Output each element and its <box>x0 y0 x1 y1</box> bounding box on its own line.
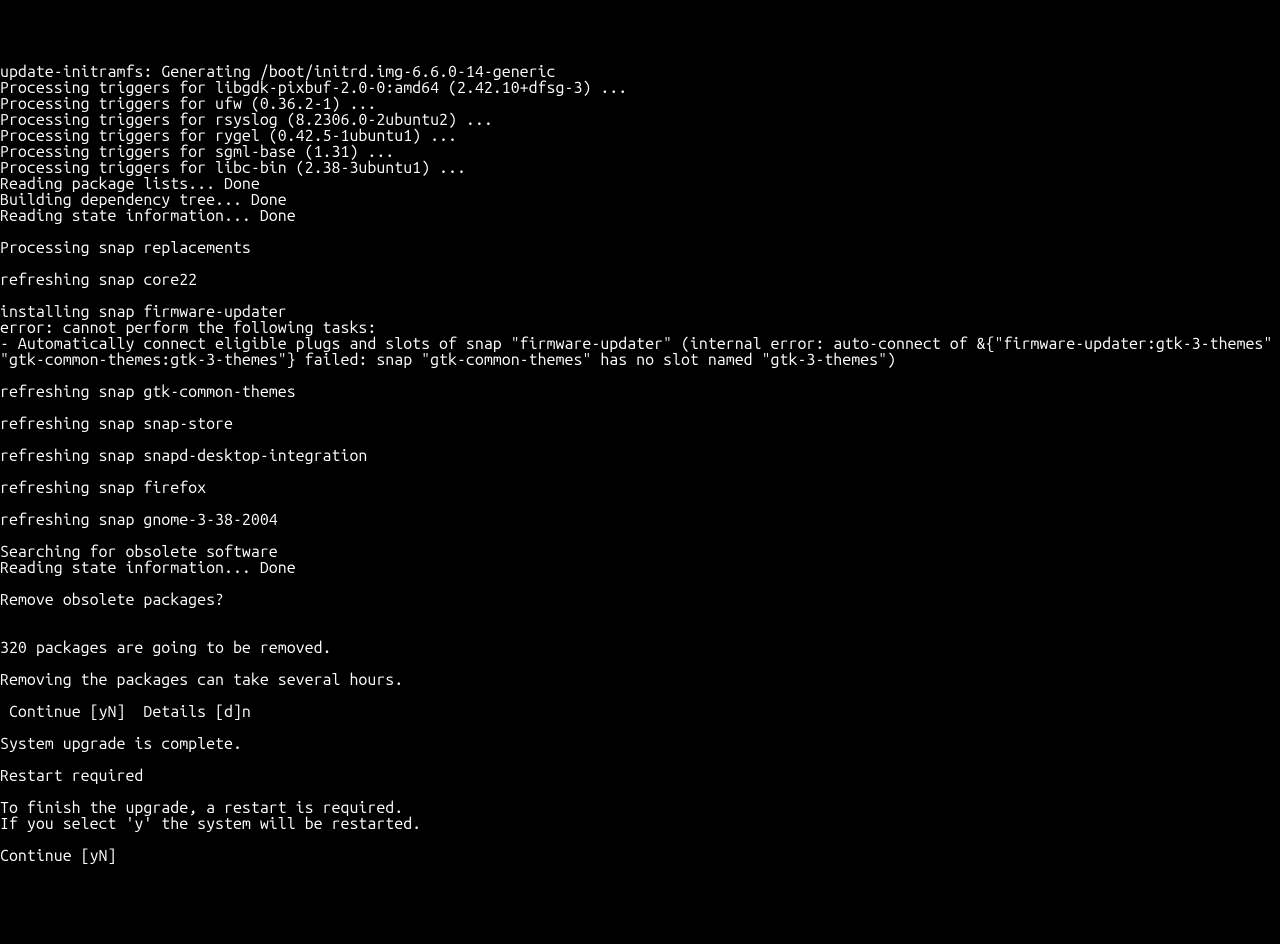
terminal-line <box>0 656 1280 672</box>
terminal-line: Processing snap replacements <box>0 240 1280 256</box>
terminal-line: - Automatically connect eligible plugs a… <box>0 336 1280 368</box>
terminal-line: Processing triggers for ufw (0.36.2-1) .… <box>0 96 1280 112</box>
terminal-line <box>0 528 1280 544</box>
terminal-line <box>0 464 1280 480</box>
terminal-line: Processing triggers for sgml-base (1.31)… <box>0 144 1280 160</box>
terminal-line <box>0 832 1280 848</box>
terminal-line: Searching for obsolete software <box>0 544 1280 560</box>
terminal-line <box>0 288 1280 304</box>
terminal-line <box>0 752 1280 768</box>
terminal-line: refreshing snap snap-store <box>0 416 1280 432</box>
terminal-output[interactable]: update-initramfs: Generating /boot/initr… <box>0 64 1280 864</box>
terminal-line: Processing triggers for libc-bin (2.38-3… <box>0 160 1280 176</box>
terminal-line <box>0 576 1280 592</box>
terminal-line: refreshing snap core22 <box>0 272 1280 288</box>
terminal-line: Reading state information... Done <box>0 208 1280 224</box>
terminal-line <box>0 720 1280 736</box>
terminal-line: Restart required <box>0 768 1280 784</box>
terminal-line: Processing triggers for rygel (0.42.5-1u… <box>0 128 1280 144</box>
terminal-line <box>0 496 1280 512</box>
terminal-line: 320 packages are going to be removed. <box>0 640 1280 656</box>
terminal-line: refreshing snap gnome-3-38-2004 <box>0 512 1280 528</box>
terminal-line <box>0 608 1280 624</box>
terminal-line: To finish the upgrade, a restart is requ… <box>0 800 1280 816</box>
terminal-line: Continue [yN] <box>0 848 1280 864</box>
terminal-line: Removing the packages can take several h… <box>0 672 1280 688</box>
terminal-line <box>0 624 1280 640</box>
terminal-line: Continue [yN] Details [d]n <box>0 704 1280 720</box>
terminal-line: If you select 'y' the system will be res… <box>0 816 1280 832</box>
terminal-line: Reading package lists... Done <box>0 176 1280 192</box>
terminal-line: refreshing snap snapd-desktop-integratio… <box>0 448 1280 464</box>
terminal-line: Building dependency tree... Done <box>0 192 1280 208</box>
terminal-line: Processing triggers for rsyslog (8.2306.… <box>0 112 1280 128</box>
terminal-line: installing snap firmware-updater <box>0 304 1280 320</box>
terminal-line <box>0 368 1280 384</box>
terminal-line <box>0 256 1280 272</box>
terminal-line <box>0 224 1280 240</box>
terminal-line <box>0 784 1280 800</box>
terminal-line: System upgrade is complete. <box>0 736 1280 752</box>
terminal-line: update-initramfs: Generating /boot/initr… <box>0 64 1280 80</box>
terminal-line: Remove obsolete packages? <box>0 592 1280 608</box>
terminal-line <box>0 400 1280 416</box>
terminal-line: refreshing snap gtk-common-themes <box>0 384 1280 400</box>
terminal-line: error: cannot perform the following task… <box>0 320 1280 336</box>
terminal-line <box>0 432 1280 448</box>
terminal-line: Processing triggers for libgdk-pixbuf-2.… <box>0 80 1280 96</box>
terminal-line: Reading state information... Done <box>0 560 1280 576</box>
terminal-line <box>0 688 1280 704</box>
terminal-line: refreshing snap firefox <box>0 480 1280 496</box>
